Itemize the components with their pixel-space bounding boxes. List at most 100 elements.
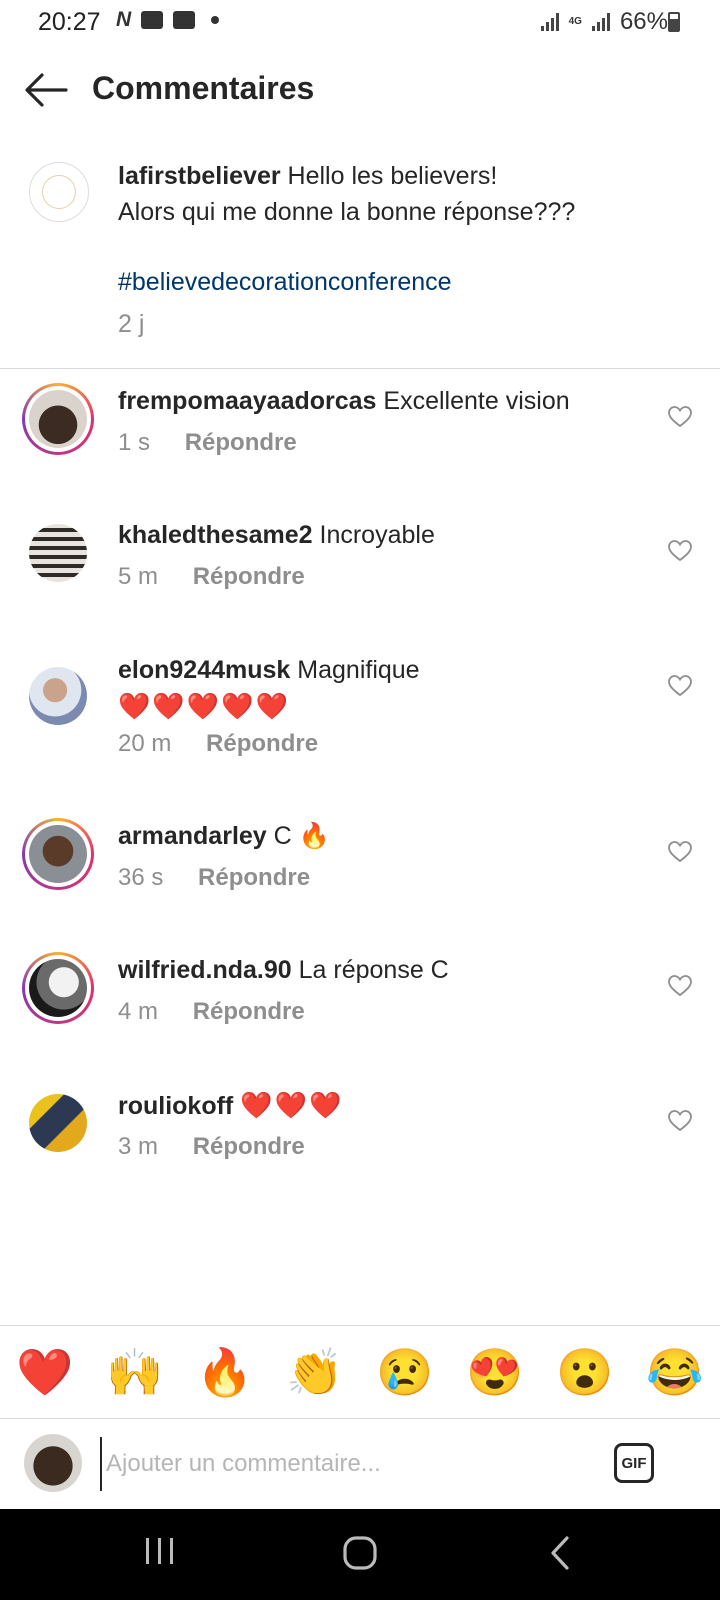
- emoji-crying[interactable]: 😢: [370, 1345, 440, 1400]
- comment-meta: 1 s Répondre: [118, 429, 297, 457]
- like-heart-icon[interactable]: [668, 1110, 692, 1132]
- comment-time: 4 m: [118, 998, 159, 1025]
- like-heart-icon[interactable]: [668, 975, 692, 997]
- comment-message: Magnifique: [297, 656, 420, 684]
- comment-item: frempomaayaadorcas Excellente vision 1 s…: [0, 383, 720, 503]
- recent-apps-icon[interactable]: [144, 1535, 176, 1567]
- comment-input[interactable]: [100, 1437, 588, 1491]
- story-ring[interactable]: [22, 818, 94, 890]
- user-avatar: [24, 1434, 82, 1492]
- reply-button[interactable]: Répondre: [185, 429, 297, 456]
- network-type: 4G: [568, 16, 582, 27]
- comment-composer: GIF: [0, 1419, 720, 1509]
- status-right: 4G 66%: [540, 8, 668, 36]
- emoji-fire[interactable]: 🔥: [190, 1345, 260, 1400]
- comment-username[interactable]: frempomaayaadorcas: [118, 387, 376, 415]
- caption-line1: Hello les believers!: [287, 162, 498, 190]
- back-button[interactable]: [22, 70, 70, 110]
- comment-meta: 3 m Répondre: [118, 1133, 305, 1161]
- caption-avatar[interactable]: [29, 162, 89, 222]
- comment-time: 1 s: [118, 429, 151, 456]
- comment-meta: 5 m Répondre: [118, 563, 305, 591]
- notification-icons: N: [116, 8, 220, 31]
- like-heart-icon[interactable]: [668, 841, 692, 863]
- comment-text: armandarley C 🔥: [118, 818, 330, 854]
- reply-button[interactable]: Répondre: [198, 864, 310, 891]
- avatar: [29, 390, 87, 448]
- back-nav-icon[interactable]: [548, 1535, 572, 1571]
- reply-button[interactable]: Répondre: [206, 730, 318, 757]
- comment-username[interactable]: khaledthesame2: [118, 521, 313, 549]
- signal-icon-2: [591, 13, 610, 31]
- signal-icon: [540, 13, 559, 31]
- emoji-heart[interactable]: ❤️: [10, 1345, 80, 1400]
- comment-text: elon9244musk Magnifique ❤️❤️❤️❤️❤️: [118, 652, 420, 725]
- comment-text: wilfried.nda.90 La réponse C: [118, 952, 449, 988]
- gif-button[interactable]: GIF: [614, 1443, 654, 1483]
- page-title: Commentaires: [92, 70, 315, 106]
- comment-text: frempomaayaadorcas Excellente vision: [118, 383, 570, 419]
- avatar[interactable]: [29, 1094, 87, 1152]
- comment-item: armandarley C 🔥 36 s Répondre: [0, 818, 720, 938]
- comment-username[interactable]: wilfried.nda.90: [118, 956, 292, 984]
- avatar[interactable]: [29, 667, 87, 725]
- story-ring[interactable]: [22, 383, 94, 455]
- caption-line2: Alors qui me donne la bonne réponse???: [118, 198, 576, 226]
- comment-meta: 36 s Répondre: [118, 864, 310, 892]
- story-ring[interactable]: [22, 952, 94, 1024]
- caption-timestamp: 2 j: [118, 310, 145, 338]
- comment-emoji: ❤️❤️❤️❤️❤️: [118, 691, 290, 721]
- comment-message: La réponse C: [298, 956, 449, 984]
- reply-button[interactable]: Répondre: [193, 563, 305, 590]
- avatar: [29, 959, 87, 1017]
- caption-text: lafirstbeliever Hello les believers! Alo…: [118, 158, 678, 300]
- like-heart-icon[interactable]: [668, 540, 692, 562]
- comment-message: C 🔥: [273, 822, 330, 850]
- comment-item: khaledthesame2 Incroyable 5 m Répondre: [0, 517, 720, 637]
- header: Commentaires: [0, 46, 720, 134]
- battery-icon: [668, 12, 680, 32]
- system-nav-bar: [0, 1509, 720, 1600]
- comment-message: ❤️❤️❤️: [240, 1090, 344, 1120]
- avatar[interactable]: [29, 524, 87, 582]
- gallery-icon: [141, 11, 164, 29]
- comment-item: elon9244musk Magnifique ❤️❤️❤️❤️❤️ 20 m …: [0, 652, 720, 802]
- comment-username[interactable]: rouliokoff: [118, 1092, 233, 1120]
- home-icon[interactable]: [342, 1535, 378, 1571]
- comment-time: 20 m: [118, 730, 172, 757]
- status-bar: 20:27 N 4G 66%: [0, 0, 720, 46]
- reply-button[interactable]: Répondre: [193, 998, 305, 1025]
- comment-message: Incroyable: [319, 521, 435, 549]
- post-caption: lafirstbeliever Hello les believers! Alo…: [0, 134, 720, 369]
- emoji-laughing[interactable]: 😂: [640, 1345, 710, 1400]
- youtube-icon: [173, 11, 196, 29]
- caption-hashtag[interactable]: #believedecorationconference: [118, 264, 678, 300]
- comment-meta: 20 m Répondre: [118, 730, 318, 758]
- comment-time: 36 s: [118, 864, 164, 891]
- comment-message: Excellente vision: [383, 387, 570, 415]
- comment-username[interactable]: armandarley: [118, 822, 267, 850]
- comment-meta: 4 m Répondre: [118, 998, 305, 1026]
- comment-item: rouliokoff ❤️❤️❤️ 3 m Répondre: [0, 1087, 720, 1207]
- arrow-left-icon: [25, 73, 68, 107]
- emoji-raised-hands[interactable]: 🙌: [100, 1345, 170, 1400]
- emoji-clap[interactable]: 👏: [280, 1345, 350, 1400]
- comment-text: khaledthesame2 Incroyable: [118, 517, 435, 553]
- emoji-quick-bar: ❤️ 🙌 🔥 👏 😢 😍 😮 😂: [0, 1326, 720, 1418]
- like-heart-icon[interactable]: [668, 406, 692, 428]
- reply-button[interactable]: Répondre: [193, 1133, 305, 1160]
- comment-username[interactable]: elon9244musk: [118, 656, 290, 684]
- comment-text: rouliokoff ❤️❤️❤️: [118, 1087, 343, 1124]
- status-time: 20:27: [38, 8, 101, 36]
- comment-item: wilfried.nda.90 La réponse C 4 m Répondr…: [0, 952, 720, 1072]
- netflix-icon: N: [116, 8, 132, 31]
- battery-percent: 66%: [619, 8, 668, 35]
- emoji-heart-eyes[interactable]: 😍: [460, 1345, 530, 1400]
- more-notifications-icon: [211, 16, 220, 24]
- caption-username[interactable]: lafirstbeliever: [118, 162, 281, 190]
- like-heart-icon[interactable]: [668, 675, 692, 697]
- comment-time: 5 m: [118, 563, 159, 590]
- comment-time: 3 m: [118, 1133, 159, 1160]
- emoji-surprised[interactable]: 😮: [550, 1345, 620, 1400]
- avatar: [29, 825, 87, 883]
